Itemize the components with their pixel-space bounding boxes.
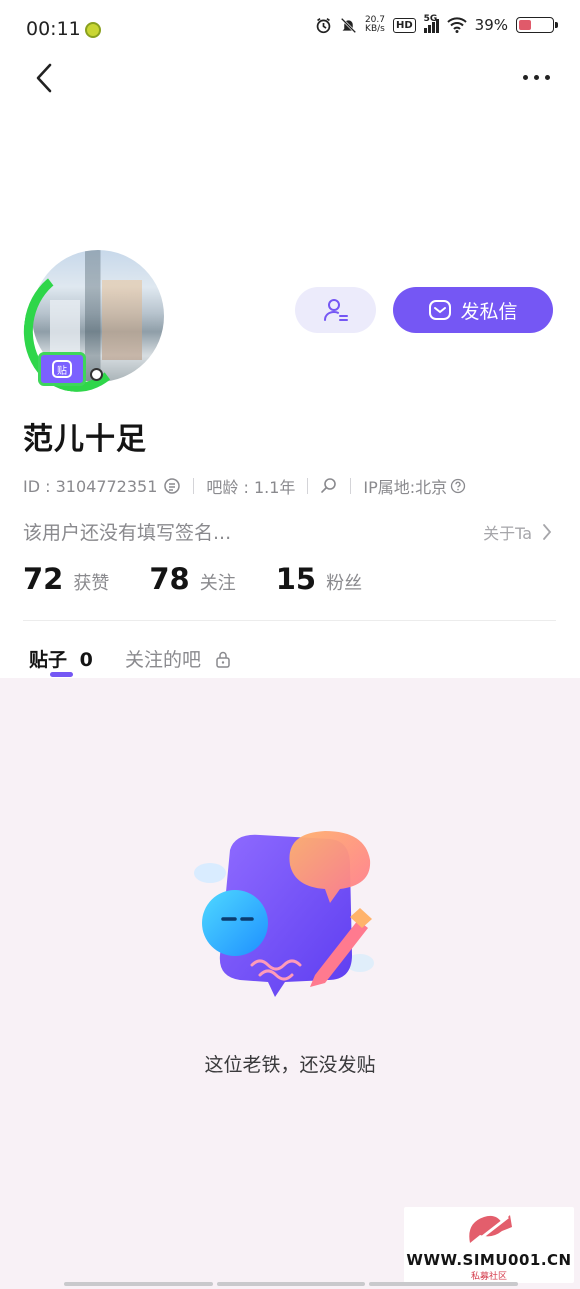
- tab-followed-bars-label: 关注的吧: [125, 649, 202, 671]
- lock-icon: [216, 651, 230, 668]
- follow-button[interactable]: [295, 287, 376, 333]
- more-options-button[interactable]: [516, 62, 556, 92]
- ip-location: IP属地:北京: [363, 478, 448, 497]
- profile-stats: 72 获赞 78 关注 15 粉丝: [23, 562, 402, 596]
- battery-icon: [516, 17, 558, 33]
- mute-bell-icon: [340, 17, 357, 33]
- stat-following[interactable]: 78 关注: [149, 562, 235, 596]
- send-message-button[interactable]: 发私信: [393, 287, 553, 333]
- tab-posts-label: 贴子: [29, 649, 68, 671]
- empty-posts-message: 这位老铁，还没发贴: [204, 1054, 376, 1076]
- chevron-right-icon: [543, 524, 552, 540]
- send-message-label: 发私信: [460, 300, 518, 323]
- app-notification-icon: [85, 22, 101, 38]
- network-speed: 20.7 KB/s: [365, 16, 385, 34]
- tab-posts-count: 0: [79, 649, 93, 671]
- watermark-url: WWW.SIMU001.CN: [406, 1251, 572, 1269]
- profile-meta: ID : 3104772351 吧龄 : 1.1年 IP属地:北京: [23, 474, 466, 498]
- hd-badge: HD: [392, 17, 416, 33]
- back-button[interactable]: [28, 58, 60, 98]
- more-dots-icon: [522, 74, 550, 80]
- stat-fans-label: 粉丝: [326, 573, 363, 594]
- stat-likes-label: 获赞: [73, 573, 110, 594]
- watermark-logo: WWW.SIMU001.CN 私募社区: [404, 1207, 574, 1283]
- avatar[interactable]: 贴: [15, 248, 168, 400]
- about-ta-link[interactable]: 关于Ta: [483, 520, 552, 544]
- watermark-emblem-icon: [469, 1215, 512, 1247]
- stat-fans[interactable]: 15 粉丝: [276, 562, 362, 596]
- signal-icon: 5G: [423, 14, 439, 33]
- home-indicator[interactable]: [64, 1282, 519, 1286]
- network-speed-unit: KB/s: [365, 24, 385, 34]
- tab-posts[interactable]: 贴子 0: [29, 645, 93, 672]
- stat-likes-value: 72: [23, 562, 64, 596]
- signature: 该用户还没有填写签名...: [23, 522, 232, 544]
- battery-fill: [519, 20, 531, 30]
- status-time: 00:11: [26, 18, 81, 40]
- separator: [350, 478, 352, 494]
- chevron-left-icon: [36, 63, 52, 93]
- user-follow-icon: [323, 299, 348, 321]
- about-ta-label: 关于Ta: [483, 524, 532, 543]
- football-icon: [90, 368, 103, 381]
- stat-fans-value: 15: [275, 562, 317, 596]
- watermark-subtitle: 私募社区: [470, 1272, 507, 1282]
- tieba-badge-icon: 贴: [38, 352, 86, 386]
- divider: [23, 620, 556, 621]
- stat-following-label: 关注: [199, 573, 236, 594]
- location-search-icon: [321, 478, 337, 493]
- stat-following-value: 78: [149, 562, 190, 596]
- status-icons: 20.7 KB/s HD 5G 39%: [315, 14, 558, 34]
- stat-likes[interactable]: 72 获赞: [23, 562, 109, 596]
- wifi-icon: [446, 17, 467, 33]
- separator: [307, 478, 309, 494]
- help-icon[interactable]: [450, 478, 466, 494]
- tab-followed-bars[interactable]: 关注的吧: [125, 645, 231, 672]
- bar-age: 吧龄 : 1.1年: [206, 478, 296, 497]
- tab-active-indicator: [50, 672, 73, 677]
- user-id: ID : 3104772351: [23, 476, 158, 496]
- copy-icon[interactable]: [163, 477, 181, 495]
- username: 范儿十足: [23, 422, 147, 457]
- empty-posts-illustration: [194, 831, 374, 997]
- alarm-icon: [316, 17, 331, 33]
- signal-type: 5G: [423, 13, 438, 24]
- mail-icon: [429, 300, 452, 320]
- separator: [193, 478, 195, 494]
- battery-percent: 39%: [474, 16, 508, 34]
